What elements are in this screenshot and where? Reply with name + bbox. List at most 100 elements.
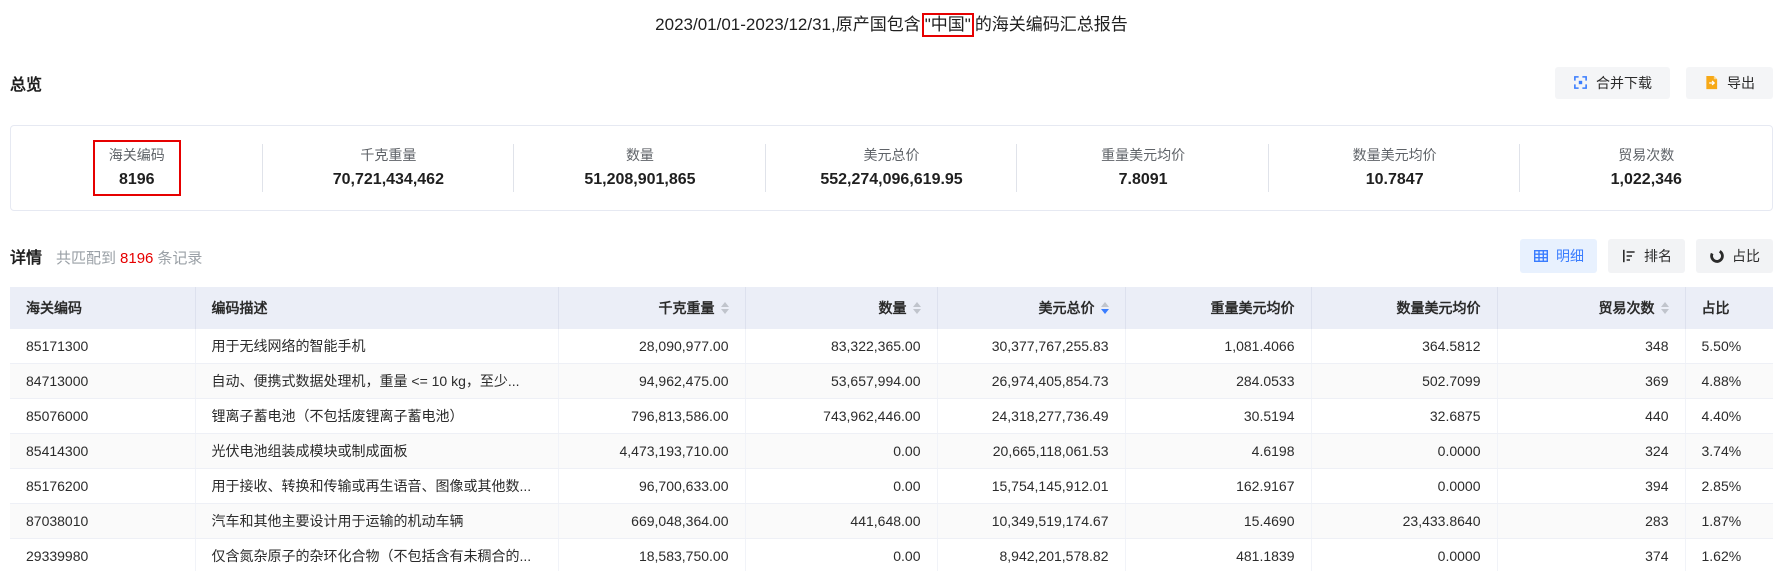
view-detail-button[interactable]: 明细 [1520,238,1597,273]
cell-description: 汽车和其他主要设计用于运输的机动车辆 [195,503,559,540]
overview-header: 总览 合并下载 导出 [10,66,1773,99]
details-heading: 详情 [10,249,43,267]
sort-desc-icon[interactable] [912,308,921,314]
table-row[interactable]: 85414300 光伏电池组装成模块或制成面板 4,473,193,710.00 0.… [10,433,1773,470]
cell-total-usd: 26,974,405,854.73 [937,363,1126,400]
button-label: 排名 [1644,247,1672,264]
match-count: 8196 [120,249,154,267]
table-row[interactable]: 84713000 自动、便携式数据处理机，重量 <= 10 kg，至少... 94,… [10,363,1773,400]
button-label: 导出 [1727,74,1755,91]
title-prefix: 2023/01/01-2023/12/31,原产国包含 [655,15,921,34]
stat-item: 千克重量 70,721,434,462 [263,126,515,210]
stat-label: 重量美元均价 [1101,146,1186,163]
sort-desc-icon[interactable] [720,308,729,314]
column-header-share: 占比 [1685,286,1773,329]
button-label: 明细 [1556,247,1584,264]
cell-usd-per-qty: 364.5812 [1311,328,1498,365]
cell-usd-per-qty: 0.0000 [1311,468,1498,505]
details-left: 详情 共匹配到 8196 条记录 [10,244,202,268]
table-body: 85171300 用于无线网络的智能手机 28,090,977.00 83,322,3… [10,328,1773,571]
table-row[interactable]: 87038010 汽车和其他主要设计用于运输的机动车辆 669,048,364.00… [10,503,1773,540]
merge-download-button[interactable]: 合并下载 [1555,66,1670,99]
column-label: 重量美元均价 [1210,299,1295,316]
cell-usd-per-qty: 0.0000 [1311,433,1498,470]
cell-share: 4.88% [1685,363,1773,400]
sort-asc-icon[interactable] [1660,301,1669,307]
column-header-quantity[interactable]: 数量 [745,286,938,329]
cell-total-usd: 20,665,118,061.53 [937,433,1126,470]
table-row[interactable]: 85076000 锂离子蓄电池（不包括废锂离子蓄电池） 796,813,586.00… [10,398,1773,435]
sort-carets[interactable] [1100,301,1109,314]
column-header-usd-per-qty: 数量美元均价 [1311,286,1498,329]
view-ranking-button[interactable]: 排名 [1608,238,1685,273]
cell-weight-kg: 94,962,475.00 [558,363,746,400]
sort-carets[interactable] [1660,301,1669,314]
cell-usd-per-kg: 1,081.4066 [1125,328,1312,365]
cell-share: 1.62% [1685,538,1773,571]
cell-quantity: 743,962,446.00 [745,398,938,435]
stat-inner: 数量美元均价 10.7847 [1337,140,1453,196]
cell-weight-kg: 96,700,633.00 [558,468,746,505]
column-label: 美元总价 [1038,299,1095,316]
column-header-usd-per-kg: 重量美元均价 [1125,286,1312,329]
cell-usd-per-kg: 162.9167 [1125,468,1312,505]
column-header-weight-kg[interactable]: 千克重量 [558,286,746,329]
overview-heading: 总览 [10,76,43,94]
sort-asc-icon[interactable] [912,301,921,307]
pie-chart-icon [1709,248,1725,264]
button-label: 占比 [1732,247,1760,264]
ranking-icon [1621,248,1637,264]
sort-asc-icon[interactable] [1100,301,1109,307]
title-highlight-box: "中国" [921,13,974,37]
cell-usd-per-kg: 15.4690 [1125,503,1312,540]
sort-desc-icon[interactable] [1660,308,1669,314]
title-highlight: "中国" [924,15,971,34]
match-prefix: 共匹配到 [56,249,117,267]
cell-share: 1.87% [1685,503,1773,540]
stat-label: 数量美元均价 [1352,146,1437,163]
export-button[interactable]: 导出 [1686,66,1773,99]
cell-weight-kg: 796,813,586.00 [558,398,746,435]
details-header: 详情 共匹配到 8196 条记录 明细 排名 占比 [10,238,1773,273]
stat-value: 51,208,901,865 [584,170,696,188]
export-icon [1704,75,1719,90]
column-label: 占比 [1701,299,1730,316]
cell-trade-count: 440 [1497,398,1686,435]
cell-usd-per-kg: 481.1839 [1125,538,1312,571]
table-row[interactable]: 85176200 用于接收、转换和传输或再生语音、图像或其他数... 96,700,… [10,468,1773,505]
cell-total-usd: 30,377,767,255.83 [937,328,1126,365]
sort-asc-icon[interactable] [720,301,729,307]
table-row[interactable]: 29339980 仅含氮杂原子的杂环化合物（不包括含有未稠合的... 18,583,… [10,538,1773,571]
sort-carets[interactable] [912,301,921,314]
stat-label: 海关编码 [108,146,165,163]
column-header-trade-count[interactable]: 贸易次数 [1497,286,1686,329]
stat-value: 7.8091 [1118,170,1168,188]
cell-total-usd: 15,754,145,912.01 [937,468,1126,505]
cell-hs-code: 84713000 [10,363,196,400]
column-label: 海关编码 [26,299,82,316]
cell-quantity: 0.00 [745,433,938,470]
cell-usd-per-kg: 284.0533 [1125,363,1312,400]
stat-label: 数量 [625,146,654,163]
sort-carets[interactable] [720,301,729,314]
view-toggle-group: 明细 排名 占比 [1520,238,1773,273]
cell-trade-count: 348 [1497,328,1686,365]
stat-value: 1,022,346 [1610,170,1682,188]
cell-usd-per-kg: 30.5194 [1125,398,1312,435]
cell-trade-count: 394 [1497,468,1686,505]
sort-desc-icon[interactable] [1100,308,1109,314]
cell-usd-per-qty: 0.0000 [1311,538,1498,571]
stat-value: 70,721,434,462 [332,170,444,188]
column-label: 编码描述 [211,299,268,316]
table-row[interactable]: 85171300 用于无线网络的智能手机 28,090,977.00 83,322,3… [10,328,1773,365]
cell-total-usd: 10,349,519,174.67 [937,503,1126,540]
view-share-button[interactable]: 占比 [1696,238,1773,273]
column-label: 贸易次数 [1598,299,1655,316]
cell-description: 用于无线网络的智能手机 [195,328,559,365]
cell-trade-count: 369 [1497,363,1686,400]
stat-highlight-box: 海关编码 8196 [92,139,181,196]
column-header-description: 编码描述 [195,286,559,329]
match-text: 共匹配到 8196 条记录 [56,247,202,268]
button-label: 合并下载 [1596,74,1652,91]
column-header-total-usd[interactable]: 美元总价 [937,286,1126,329]
